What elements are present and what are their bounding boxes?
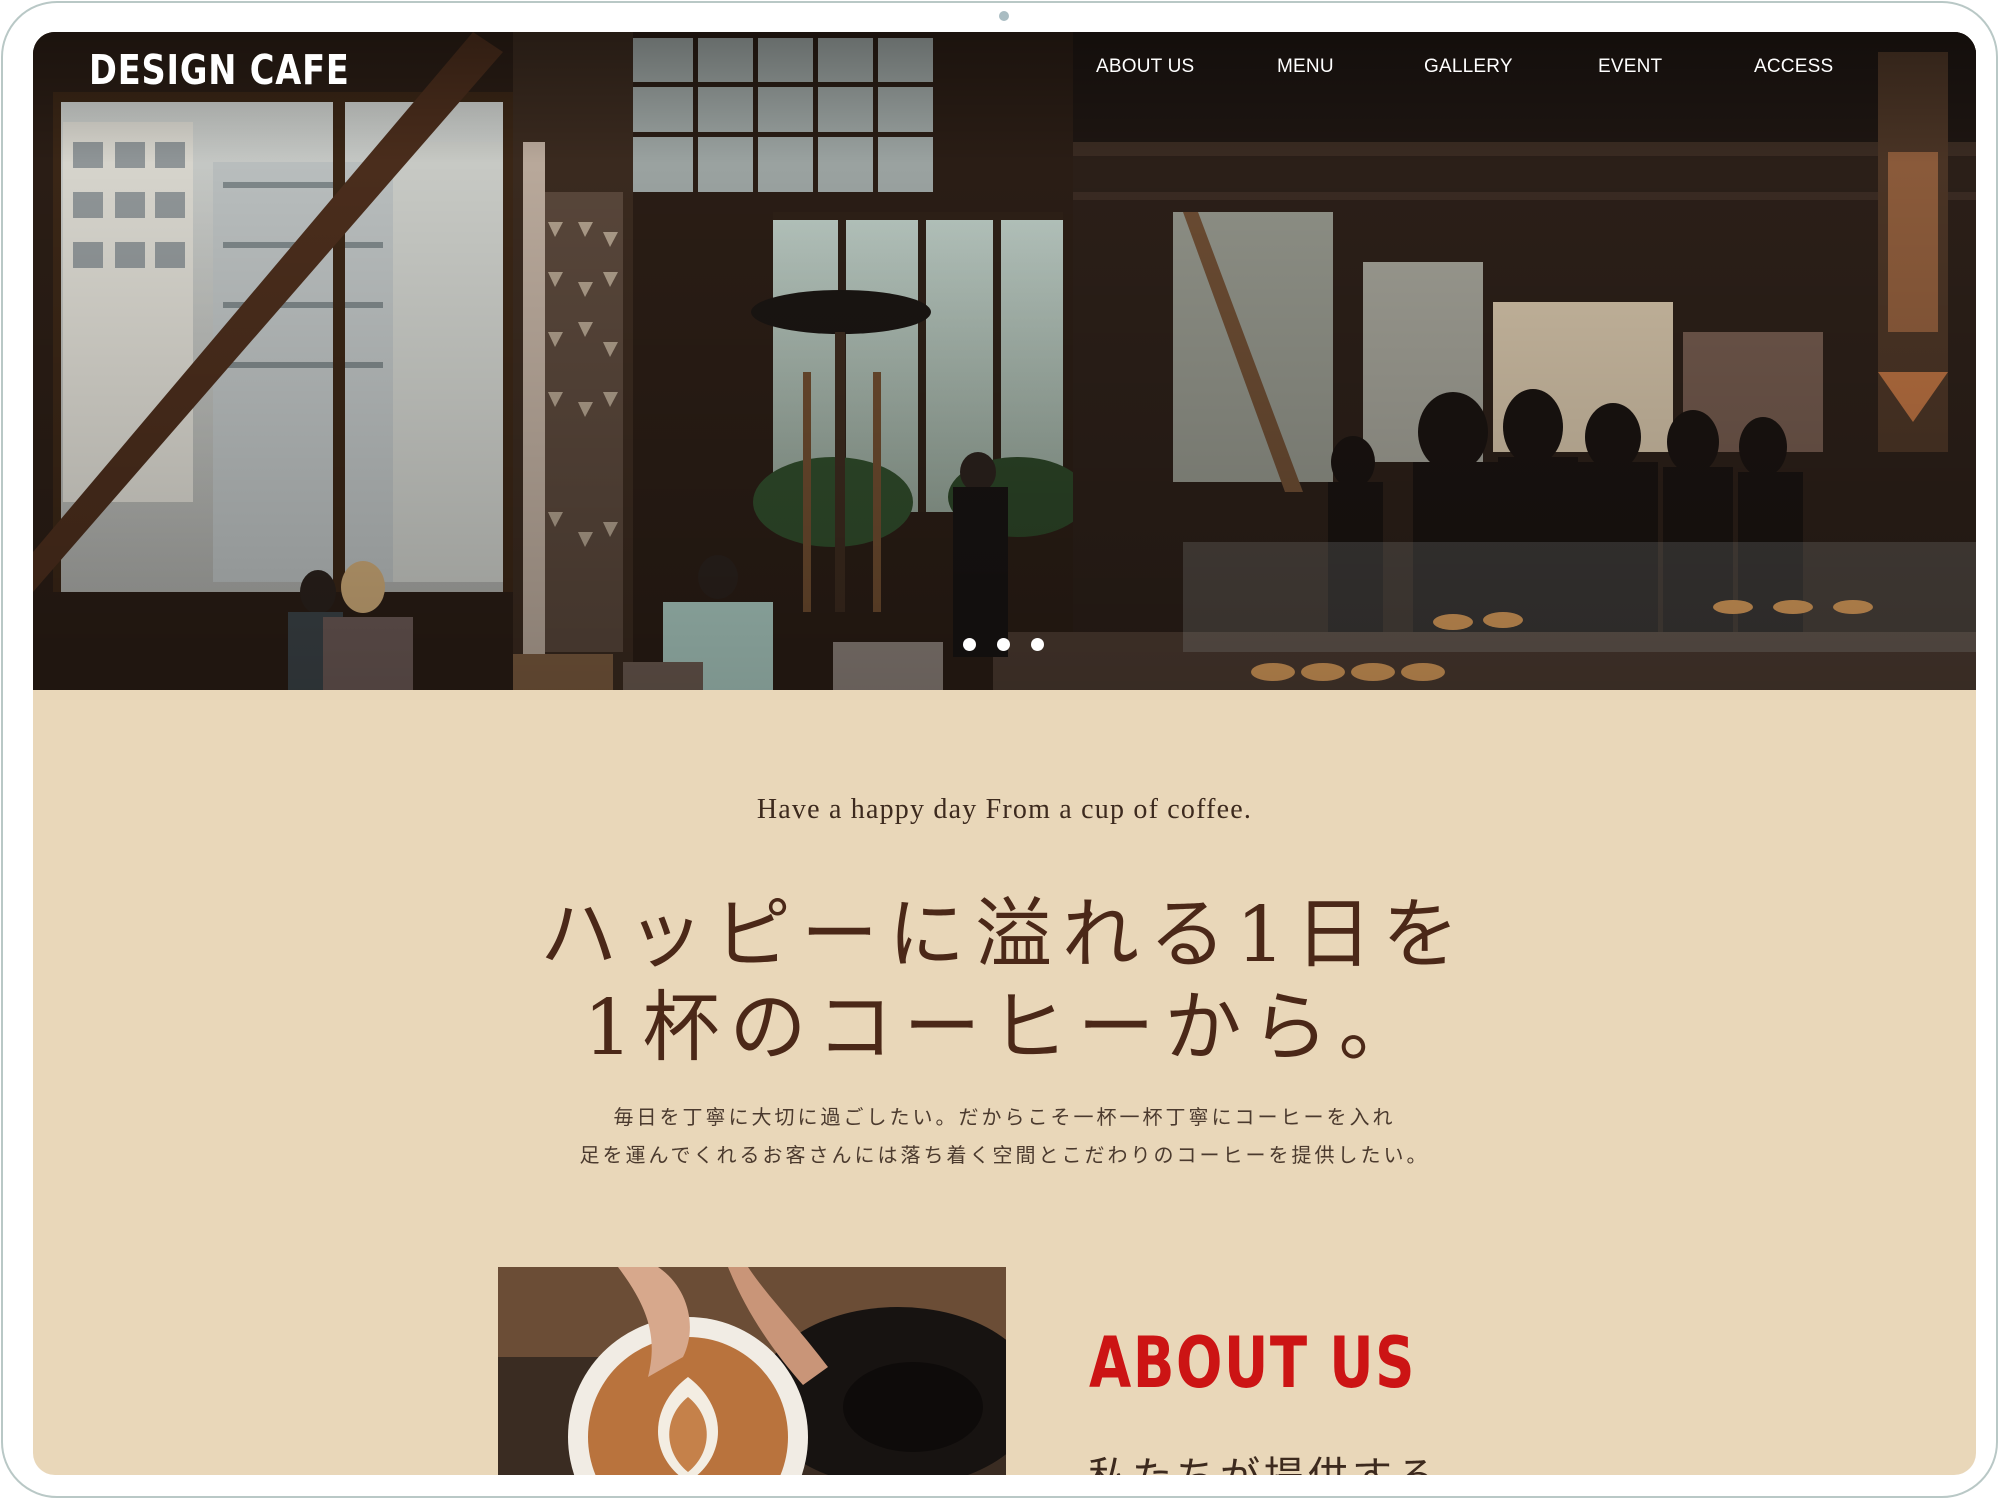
page-headline: ハッピーに溢れる1日を 1杯のコーヒーから。	[33, 889, 1976, 1075]
hero-slider: DESIGN CAFE ABOUT US MENU GALLERY EVENT …	[33, 32, 1976, 690]
nav-event[interactable]: EVENT	[1598, 56, 1662, 78]
tablet-frame: DESIGN CAFE ABOUT US MENU GALLERY EVENT …	[1, 1, 1998, 1498]
camera-dot	[999, 11, 1009, 21]
tagline: Have a happy day From a cup of coffee.	[756, 794, 1253, 825]
browser-screen: DESIGN CAFE ABOUT US MENU GALLERY EVENT …	[33, 32, 1976, 1475]
nav-menu[interactable]: MENU	[1277, 56, 1334, 78]
main-nav: ABOUT US MENU GALLERY EVENT ACCESS	[33, 56, 1976, 96]
hero-cafe-photo	[33, 32, 1976, 690]
about-us-subheading: 私たちが提供する	[1088, 1444, 1440, 1475]
intro-text: 毎日を丁寧に大切に過ごしたい。だからこそ一杯一杯丁寧にコーヒーを入れ 足を運んで…	[33, 1098, 1976, 1174]
headline-line-2: 1杯のコーヒーから。	[583, 984, 1426, 1073]
slider-dot-3[interactable]	[1031, 638, 1044, 651]
nav-gallery[interactable]: GALLERY	[1424, 56, 1513, 78]
slider-dots	[963, 638, 1065, 652]
nav-access[interactable]: ACCESS	[1754, 56, 1833, 78]
intro-text-line-2: 足を運んでくれるお客さんには落ち着く空間とこだわりのコーヒーを提供したい。	[579, 1143, 1430, 1167]
about-us-heading: ABOUT US	[1089, 1322, 1417, 1404]
latte-photo	[498, 1267, 1006, 1475]
intro-text-line-1: 毎日を丁寧に大切に過ごしたい。だからこそ一杯一杯丁寧にコーヒーを入れ	[613, 1105, 1396, 1129]
headline-line-1: ハッピーに溢れる1日を	[540, 891, 1469, 980]
slider-dot-2[interactable]	[997, 638, 1010, 651]
slider-dot-1[interactable]	[963, 638, 976, 651]
latte-image	[498, 1267, 1006, 1475]
nav-about-us[interactable]: ABOUT US	[1096, 56, 1194, 78]
